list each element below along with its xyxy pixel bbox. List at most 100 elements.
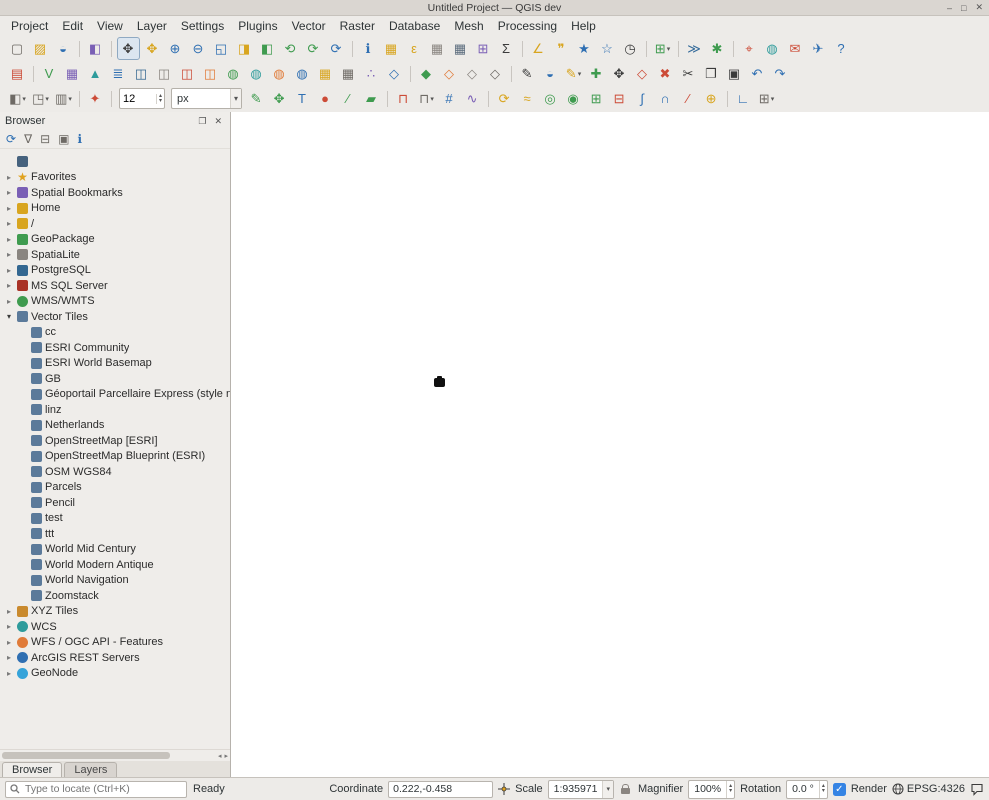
pan-to-selection-button[interactable]: ✥ [142, 38, 163, 59]
tree-item-geoportail-parcellaire-express[interactable]: Géoportail Parcellaire Express (style no… [0, 387, 230, 403]
tree-item-test[interactable]: test [0, 511, 230, 527]
vertex-tool-button[interactable]: ◇ [632, 63, 653, 84]
tree-item-ms-sql-server[interactable]: ▸ MS SQL Server [0, 278, 230, 294]
tree-item-parcels[interactable]: Parcels [0, 480, 230, 496]
copy-features-button[interactable]: ❐ [701, 63, 722, 84]
tree-item-project-home[interactable] [0, 154, 230, 170]
topological-editing-button[interactable]: # [439, 88, 460, 109]
tree-item-openstreetmap-blueprint-esri[interactable]: OpenStreetMap Blueprint (ESRI) [0, 449, 230, 465]
zoom-to-selection-button[interactable]: ◨ [234, 38, 255, 59]
current-edits-button[interactable]: ✎▾ [563, 63, 584, 84]
expander-icon[interactable]: ▸ [4, 281, 14, 290]
spinner-arrows[interactable]: ▴▾ [819, 781, 827, 798]
move-feature-button[interactable]: ✥ [609, 63, 630, 84]
pan-map-button[interactable]: ✥ [117, 37, 140, 60]
show-spatial-bookmarks-button[interactable]: ☆ [597, 38, 618, 59]
add-point-cloud-layer-button[interactable]: ∴ [361, 63, 382, 84]
menu-view[interactable]: View [90, 17, 130, 35]
temporal-controller-button[interactable]: ◷ [620, 38, 641, 59]
create-annotation-layer-button[interactable]: ✎ [246, 88, 267, 109]
collapse-all-button[interactable]: ⊟ [40, 133, 50, 145]
new-spatialite-layer-button[interactable]: ◇ [462, 63, 483, 84]
python-console-button[interactable]: ≫ [684, 38, 705, 59]
tree-item-vector-tiles[interactable]: ▾ Vector Tiles [0, 309, 230, 325]
render-checkbox[interactable]: ✓ [833, 783, 846, 796]
modify-annotations-button[interactable]: ✥ [269, 88, 290, 109]
scale-combo[interactable]: 1:935971 ▾ [548, 780, 614, 799]
polygon-annotation-button[interactable]: ▰ [361, 88, 382, 109]
add-oracle-layer-button[interactable]: ◫ [200, 63, 221, 84]
selection-menu-button[interactable]: ◳▾ [30, 88, 51, 109]
simplify-feature-button[interactable]: ≈ [517, 88, 538, 109]
tree-item-root[interactable]: ▸ / [0, 216, 230, 232]
line-annotation-button[interactable]: ∕ [338, 88, 359, 109]
add-vector-layer-button[interactable]: V [39, 63, 60, 84]
enable-snapping-button[interactable]: ⊓ [393, 88, 414, 109]
stream-digitizing-button[interactable]: ✦ [85, 88, 106, 109]
split-features-button[interactable]: ∕ [678, 88, 699, 109]
zoom-to-layer-button[interactable]: ◧ [257, 38, 278, 59]
messages-button[interactable] [970, 783, 984, 796]
new-project-button[interactable]: ▢ [7, 38, 28, 59]
zoom-full-button[interactable]: ◱ [211, 38, 232, 59]
add-arcgis-rest-layer-button[interactable]: ◍ [292, 63, 313, 84]
coordinate-input[interactable] [388, 781, 493, 798]
tree-item-netherlands[interactable]: Netherlands [0, 418, 230, 434]
expander-icon[interactable]: ▸ [4, 266, 14, 275]
scroll-left-icon[interactable]: ◂ [218, 752, 222, 760]
menu-edit[interactable]: Edit [55, 17, 90, 35]
locate-search-input[interactable] [23, 782, 182, 796]
reshape-features-button[interactable]: ∫ [632, 88, 653, 109]
tree-item-geopackage[interactable]: ▸ GeoPackage [0, 232, 230, 248]
rotate-feature-button[interactable]: ⟳ [494, 88, 515, 109]
expander-icon[interactable]: ▸ [4, 204, 14, 213]
tree-item-wcs[interactable]: ▸ WCS [0, 619, 230, 635]
add-mssql-layer-button[interactable]: ◫ [177, 63, 198, 84]
expander-icon[interactable]: ▸ [4, 250, 14, 259]
tree-item-favorites[interactable]: ▸ ★ Favorites [0, 170, 230, 186]
open-data-source-manager-button[interactable]: ▤ [7, 63, 28, 84]
menu-database[interactable]: Database [382, 17, 447, 35]
tree-item-xyz-tiles[interactable]: ▸ XYZ Tiles [0, 604, 230, 620]
menu-raster[interactable]: Raster [333, 17, 382, 35]
export-map-button[interactable]: ✉ [785, 38, 806, 59]
scrollbar-thumb[interactable] [2, 752, 170, 759]
tab-layers[interactable]: Layers [64, 762, 117, 778]
redo-button[interactable]: ↷ [770, 63, 791, 84]
enable-tracing-button[interactable]: ∿ [462, 88, 483, 109]
float-panel-button[interactable]: ❐ [194, 116, 210, 127]
expander-icon[interactable]: ▸ [4, 669, 14, 678]
expander-icon[interactable]: ▸ [4, 188, 14, 197]
menu-project[interactable]: Project [4, 17, 55, 35]
save-project-button[interactable]: ◒ [53, 38, 74, 59]
add-vector-tile-layer-button[interactable]: ▦ [315, 63, 336, 84]
statistical-summary-button[interactable]: Σ [496, 38, 517, 59]
zoom-out-button[interactable]: ⊖ [188, 38, 209, 59]
expander-icon[interactable]: ▸ [4, 235, 14, 244]
spin-down-icon[interactable]: ▾ [822, 789, 825, 794]
map-canvas[interactable] [231, 112, 989, 778]
spinner-arrows[interactable]: ▴▾ [726, 781, 734, 798]
tree-item-linz[interactable]: linz [0, 402, 230, 418]
tree-item-world-navigation[interactable]: World Navigation [0, 573, 230, 589]
save-layer-edits-button[interactable]: ◒ [540, 63, 561, 84]
open-attribute-table-button[interactable]: ▦ [450, 38, 471, 59]
tree-item-spatial-bookmarks[interactable]: ▸ Spatial Bookmarks [0, 185, 230, 201]
close-button[interactable]: ✕ [975, 2, 983, 13]
delete-part-button[interactable]: ⊟ [609, 88, 630, 109]
new-spatial-bookmark-button[interactable]: ★ [574, 38, 595, 59]
expander-icon[interactable]: ▾ [4, 312, 14, 321]
close-panel-button[interactable]: ✕ [210, 116, 226, 127]
chevron-down-icon[interactable]: ▾ [602, 781, 613, 798]
tree-item-osm-wgs84[interactable]: OSM WGS84 [0, 464, 230, 480]
select-features-button[interactable]: ▦ [381, 38, 402, 59]
menu-help[interactable]: Help [564, 17, 603, 35]
merge-features-button[interactable]: ⊕ [701, 88, 722, 109]
point-annotation-button[interactable]: ● [315, 88, 336, 109]
add-raster-layer-button[interactable]: ▦ [62, 63, 83, 84]
add-wcs-layer-button[interactable]: ◍ [246, 63, 267, 84]
zoom-next-button[interactable]: ⟳ [303, 38, 324, 59]
new-scratch-layer-button[interactable]: ◇ [485, 63, 506, 84]
tree-item-world-mid-century[interactable]: World Mid Century [0, 542, 230, 558]
expander-icon[interactable]: ▸ [4, 653, 14, 662]
